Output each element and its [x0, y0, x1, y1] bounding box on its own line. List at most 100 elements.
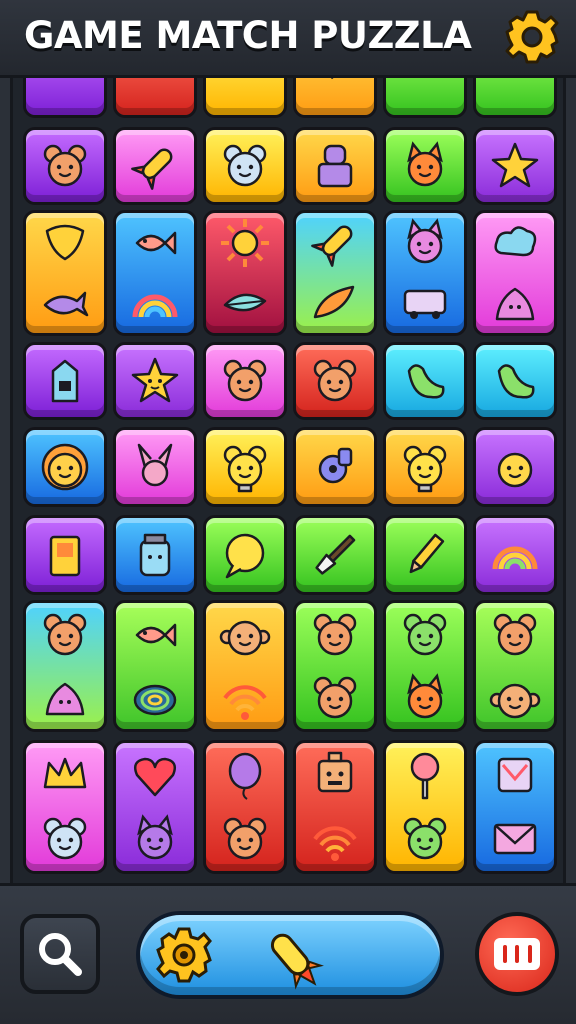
fish-icon [135, 623, 177, 646]
chick-face-icon [497, 452, 533, 488]
tile-row-2-col-1[interactable] [113, 210, 197, 336]
monkey-face-icon [129, 78, 181, 81]
game-board [10, 78, 566, 883]
tile-row-7-col-5[interactable] [473, 740, 557, 874]
octopus-face-icon [407, 218, 443, 264]
wifi-icon [223, 684, 267, 720]
tile-row-0-col-3[interactable] [293, 78, 377, 118]
tile-row-4-col-3[interactable] [293, 427, 377, 507]
koala-face-icon [223, 144, 267, 187]
gear-powerup-icon[interactable] [152, 923, 216, 987]
spiral-icon [133, 684, 177, 715]
tile-row-5-col-0[interactable] [23, 515, 107, 595]
balloon-icon [228, 752, 262, 800]
tile-row-2-col-4[interactable] [383, 210, 467, 336]
tile-row-6-col-1[interactable] [113, 600, 197, 732]
bear-face-icon [223, 817, 267, 860]
pause-button[interactable] [475, 912, 559, 996]
monkey-face-icon [489, 683, 541, 718]
tile-row-7-col-1[interactable] [113, 740, 197, 874]
settings-button[interactable] [503, 8, 561, 66]
whale-icon [43, 291, 89, 317]
tile-row-4-col-0[interactable] [23, 427, 107, 507]
tile-row-5-col-1[interactable] [113, 515, 197, 595]
fish-icon [135, 231, 177, 255]
tile-row-7-col-4[interactable] [383, 740, 467, 874]
monkey-face-icon [219, 620, 271, 655]
tile-row-4-col-1[interactable] [113, 427, 197, 507]
rainbow-icon [132, 294, 178, 318]
tile-row-7-col-2[interactable] [203, 740, 287, 874]
envelope-icon [493, 823, 537, 855]
pause-icon [494, 938, 540, 970]
tile-row-2-col-3[interactable] [293, 210, 377, 336]
feather-icon [313, 285, 355, 319]
frog-face-icon [403, 817, 447, 860]
rocket-icon [131, 148, 173, 190]
tile-row-0-col-1[interactable] [113, 78, 197, 118]
tile-row-3-col-2[interactable] [203, 342, 287, 420]
bear-face-icon [313, 676, 357, 718]
search-button[interactable] [20, 914, 100, 994]
jar-face-icon [139, 533, 171, 577]
robot-figure-icon [317, 144, 353, 188]
tile-row-1-col-5[interactable] [473, 127, 557, 205]
tile-row-0-col-0[interactable] [23, 78, 107, 118]
seal-icon [497, 364, 535, 399]
rocket-powerup-icon[interactable] [258, 923, 324, 990]
tile-row-3-col-0[interactable] [23, 342, 107, 420]
wifi-icon [313, 826, 357, 861]
tile-row-2-col-2[interactable] [203, 210, 287, 336]
tile-row-1-col-1[interactable] [113, 127, 197, 205]
tile-row-5-col-3[interactable] [293, 515, 377, 595]
game-title: GAME MATCH PUZZLA [24, 14, 472, 57]
tile-row-6-col-2[interactable] [203, 600, 287, 732]
tile-row-6-col-3[interactable] [293, 600, 377, 732]
tile-row-4-col-4[interactable] [383, 427, 467, 507]
tile-row-4-col-2[interactable] [203, 427, 287, 507]
tile-row-0-col-4[interactable] [383, 78, 467, 118]
rocket-icon [311, 78, 336, 79]
tile-row-0-col-5[interactable] [473, 78, 557, 118]
bunny-icon [137, 443, 173, 487]
slime-icon [495, 287, 535, 321]
tile-row-5-col-5[interactable] [473, 515, 557, 595]
gear-icon [505, 10, 559, 64]
frog-face-icon [403, 613, 447, 655]
tile-row-5-col-2[interactable] [203, 515, 287, 595]
milk-carton-icon [51, 359, 79, 403]
lollipop-icon [410, 752, 440, 800]
tile-row-7-col-0[interactable] [23, 740, 107, 874]
tile-row-6-col-5[interactable] [473, 600, 557, 732]
bear-face-icon [43, 144, 87, 187]
tile-row-1-col-4[interactable] [383, 127, 467, 205]
tile-row-5-col-4[interactable] [383, 515, 467, 595]
star-face-icon [131, 357, 179, 403]
chat-bubble-icon [225, 533, 265, 579]
bear-face-icon [223, 359, 267, 402]
tile-row-1-col-3[interactable] [293, 127, 377, 205]
tile-row-3-col-5[interactable] [473, 342, 557, 420]
rainbow-shell-icon [492, 546, 538, 570]
tile-row-1-col-2[interactable] [203, 127, 287, 205]
tile-row-0-col-2[interactable] [203, 78, 287, 118]
tile-row-6-col-4[interactable] [383, 600, 467, 732]
magnifier-icon [39, 933, 82, 976]
tile-row-7-col-3[interactable] [293, 740, 377, 874]
fox-face-icon [407, 672, 443, 718]
tile-row-6-col-0[interactable] [23, 600, 107, 732]
tile-row-3-col-3[interactable] [293, 342, 377, 420]
tile-row-4-col-5[interactable] [473, 427, 557, 507]
tile-row-3-col-1[interactable] [113, 342, 197, 420]
sun-icon [221, 219, 269, 267]
tile-row-2-col-5[interactable] [473, 210, 557, 336]
robot-face-icon [317, 751, 353, 793]
top-bar: GAME MATCH PUZZLA [0, 0, 576, 78]
tile-row-3-col-4[interactable] [383, 342, 467, 420]
tile-row-1-col-0[interactable] [23, 127, 107, 205]
pencil-icon [409, 533, 445, 574]
sun-face-icon [41, 443, 89, 491]
battery-icon [49, 535, 81, 577]
rocket-icon [311, 225, 353, 267]
tile-row-2-col-0[interactable] [23, 210, 107, 336]
